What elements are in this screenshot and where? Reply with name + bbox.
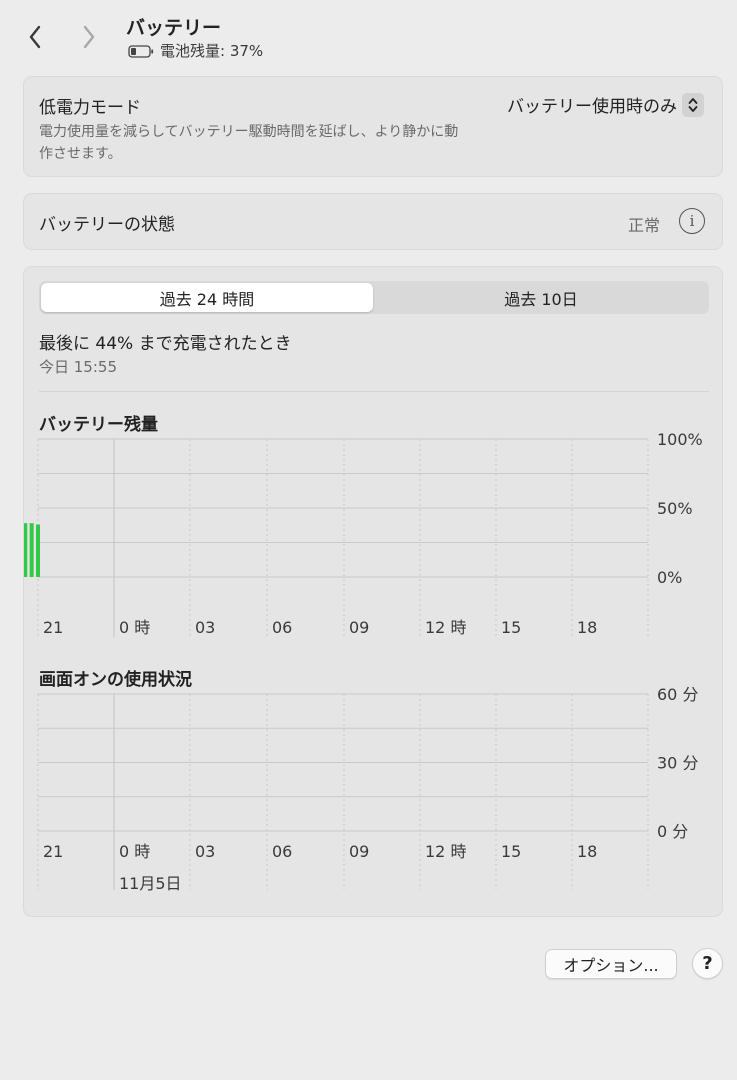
battery-health-value: 正常 (627, 216, 660, 235)
battery-bar (24, 523, 28, 577)
back-button[interactable] (20, 20, 50, 54)
y-tick-label: 30 分 (657, 754, 698, 773)
battery-level-chart: 21 0 時 03 06 09 12 時 15 18 100% 50% 0% (24, 430, 703, 637)
battery-bar (36, 524, 40, 577)
x-tick-label: 12 時 (425, 842, 466, 861)
battery-bar (29, 523, 34, 577)
x-tick-label: 09 (349, 618, 369, 637)
x-tick-label: 12 時 (425, 618, 466, 637)
x-tick-label: 09 (349, 842, 369, 861)
usage-card: 過去 24 時間 過去 10日 最後に 44% まで充電されたとき 今日 15:… (23, 266, 723, 917)
page-title: バッテリー (126, 17, 222, 39)
updown-chevron-icon (682, 92, 704, 117)
y-tick-label: 0 分 (657, 822, 688, 841)
x-tick-label: 06 (272, 618, 292, 637)
y-tick-label: 100% (657, 430, 703, 449)
low-power-selected-value: バッテリー使用時のみ (507, 97, 677, 117)
low-power-description: 電力使用量を減らしてバッテリー駆動時間を延ばし、より静かに動作させます。 (39, 124, 459, 162)
battery-health-label: バッテリーの状態 (39, 215, 175, 235)
options-button[interactable]: オプション... (545, 949, 677, 979)
x-tick-label: 18 (577, 618, 597, 637)
x-tick-label: 18 (577, 842, 597, 861)
battery-status: 電池残量: 37% (128, 40, 263, 61)
help-button[interactable]: ? (692, 948, 723, 979)
forward-button[interactable] (74, 20, 104, 54)
divider (39, 391, 709, 392)
info-icon[interactable]: i (679, 208, 705, 234)
low-power-title: 低電力モード (39, 98, 141, 118)
battery-health-card: バッテリーの状態 正常 i (23, 193, 723, 250)
x-tick-label: 15 (501, 618, 521, 637)
date-label: 11月5日 (119, 874, 182, 893)
battery-level-text: 電池残量: 37% (160, 42, 264, 60)
last-charged-time: 今日 15:55 (39, 358, 117, 376)
tab-last-10-days[interactable]: 過去 10日 (375, 283, 707, 312)
x-tick-label: 0 時 (119, 842, 150, 861)
x-tick-label: 03 (195, 842, 215, 861)
x-tick-label: 21 (43, 618, 63, 637)
low-power-card: 低電力モード 電力使用量を減らしてバッテリー駆動時間を延ばし、より静かに動作させ… (23, 76, 723, 177)
x-tick-label: 0 時 (119, 618, 150, 637)
x-tick-label: 03 (195, 618, 215, 637)
chevron-right-icon (83, 25, 95, 49)
battery-low-icon (128, 44, 154, 58)
y-tick-label: 0% (657, 568, 682, 587)
x-tick-label: 21 (43, 842, 63, 861)
chevron-left-icon (29, 25, 41, 49)
last-charged-label: 最後に 44% まで充電されたとき (39, 334, 292, 354)
time-range-segmented-control: 過去 24 時間 過去 10日 (39, 281, 709, 314)
x-tick-label: 06 (272, 842, 292, 861)
y-tick-label: 60 分 (657, 685, 698, 704)
y-tick-label: 50% (657, 499, 693, 518)
x-tick-label: 15 (501, 842, 521, 861)
screen-usage-chart: 21 0 時 03 06 09 12 時 15 18 60 分 30 分 0 分 11月5日 (37, 685, 698, 893)
tab-last-24-hours[interactable]: 過去 24 時間 (41, 283, 373, 312)
low-power-select[interactable]: バッテリー使用時のみ (507, 92, 704, 117)
